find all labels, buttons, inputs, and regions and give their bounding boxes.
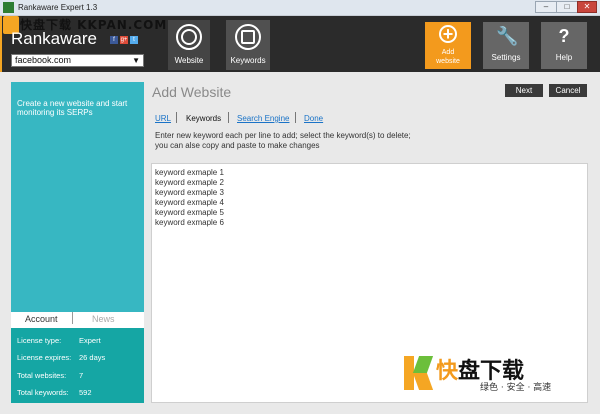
brand-logo: Rankaware (11, 29, 97, 48)
nav-keywords-button[interactable]: Keywords (226, 20, 270, 70)
step-divider (176, 112, 177, 123)
page-title: Add Website (152, 84, 232, 100)
nav-website-button[interactable]: Website (168, 20, 210, 70)
close-button[interactable]: ✕ (577, 1, 597, 13)
title-bar: Rankaware Expert 1.3 – □ ✕ (0, 0, 600, 16)
tab-divider (72, 312, 73, 324)
sidebar-info: Create a new website and start monitorin… (11, 82, 144, 312)
add-website-label: Add website (436, 49, 460, 65)
license-value: 592 (79, 388, 92, 397)
facebook-icon[interactable]: f (110, 36, 118, 44)
google-plus-icon[interactable]: g+ (120, 36, 128, 44)
nav-website-label: Website (174, 56, 204, 65)
instruction-text: Enter new keyword each per line to add; … (155, 131, 411, 150)
watermark-slogan: 绿色 · 安全 · 高速 (480, 383, 552, 393)
license-key: Total websites: (17, 371, 67, 380)
license-value: Expert (79, 336, 101, 345)
globe-icon (176, 24, 202, 50)
step-search-engine[interactable]: Search Engine (237, 114, 289, 123)
license-panel: License type: Expert License expires: 26… (11, 328, 144, 403)
add-website-button[interactable]: + Add website (425, 22, 471, 69)
license-value: 7 (79, 371, 84, 380)
help-icon: ? (558, 26, 570, 46)
nav-keywords-label: Keywords (230, 56, 266, 65)
minimize-button[interactable]: – (535, 1, 557, 13)
step-done[interactable]: Done (304, 114, 323, 123)
license-key: License type: (17, 336, 62, 345)
help-button[interactable]: ? Help (541, 22, 587, 69)
license-key: License expires: (17, 353, 72, 362)
app-icon (3, 2, 14, 13)
chevron-down-icon: ▼ (132, 56, 140, 65)
license-key: Total keywords: (17, 388, 69, 397)
tab-account[interactable]: Account (25, 314, 58, 324)
settings-button[interactable]: 🔧 Settings (483, 22, 529, 69)
maximize-button[interactable]: □ (556, 1, 578, 13)
twitter-icon[interactable]: t (130, 36, 138, 44)
step-divider (295, 112, 296, 123)
watermark-k-logo-icon (404, 356, 434, 390)
help-label: Help (555, 53, 573, 62)
window-title: Rankaware Expert 1.3 (18, 3, 98, 12)
next-button[interactable]: Next (505, 84, 543, 97)
watermark-accent (0, 16, 2, 72)
plus-icon: + (439, 24, 457, 44)
license-value: 26 days (79, 353, 106, 362)
step-divider (228, 112, 229, 123)
step-url[interactable]: URL (155, 114, 171, 123)
website-select[interactable]: facebook.com ▼ (11, 54, 144, 67)
cancel-button[interactable]: Cancel (549, 84, 587, 97)
tab-news[interactable]: News (92, 314, 115, 324)
step-keywords[interactable]: Keywords (186, 114, 221, 123)
edit-icon (235, 24, 261, 50)
settings-label: Settings (491, 53, 521, 62)
wrench-icon: 🔧 (496, 26, 519, 46)
website-select-value: facebook.com (15, 55, 72, 65)
